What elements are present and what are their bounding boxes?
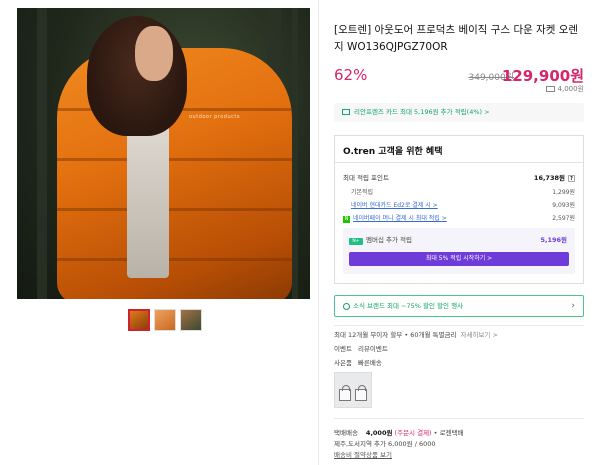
membership-start-button[interactable]: 최대 5% 적립 시작하기 > [349,252,569,266]
event-row: 이벤트 리뷰이벤트 [334,343,388,353]
membership-box: N+ 멤버십 추가 적립 5,196원 최대 5% 적립 시작하기 > [343,228,575,274]
news-banner[interactable]: 소식 브랜드 최대 ~75% 할인 할인 행사 › [334,295,584,317]
thumbnail-3[interactable] [180,309,202,331]
installment-row: 최대 12개월 무이자 할부 • 60개월 특별금리 자세히보기 > [334,329,498,339]
naver-pay-link[interactable]: 네이버페이 머니 결제 시 최대 적립 > [353,215,447,222]
product-title: [오트렌] 아웃도어 프로덕츠 베이직 구스 다운 자켓 오렌지 WO136QJ… [334,24,579,53]
bag-icon [355,385,367,401]
membership-label-wrap: N+ 멤버십 추가 적립 [349,234,412,245]
membership-badge-icon: N+ [349,238,363,245]
divider [334,418,584,419]
points-row-npay: N 네이버페이 머니 결제 시 최대 적립 > 2,597원 [343,213,575,223]
card-promo-banner[interactable]: 리안프렌즈 카드 최대 5,196원 추가 적립(4%) > [334,103,584,122]
tree-trunk [37,8,47,299]
max-points-label: 최대 적립 포인트 [343,174,389,182]
shipping-saving-link[interactable]: 배송비 절약상품 보기 [334,450,464,461]
thumbnail-strip [128,309,202,331]
discount-rate: 62% [334,66,368,84]
shipping-carrier: • 로젠택배 [433,429,464,437]
jacket-logo: outdoor products [189,114,240,120]
benefit-box: O.tren 고객을 위한 혜택 최대 적립 포인트 16,738원? 기본적립… [334,135,584,284]
divider [334,325,584,326]
shipping-condition: (주문시 결제) [394,429,432,437]
installment-text: 최대 12개월 무이자 할부 • 60개월 특별금리 [334,331,457,339]
price-row: 62% 349,000원 129,900원 [334,64,584,86]
column-divider [318,0,319,465]
thumbnail-2[interactable] [154,309,176,331]
bell-icon [343,302,350,310]
points-row-value: 2,597원 [552,215,575,222]
max-points-row: 최대 적립 포인트 16,738원? [343,172,575,182]
gift-value: 빠른배송 [357,359,382,367]
divider [335,162,583,163]
gift-image[interactable] [334,372,372,408]
membership-value: 5,196원 [540,236,567,244]
membership-label: 멤버십 추가 적립 [366,236,412,244]
max-points-value: 16,738원 [533,174,565,182]
points-row-value: 1,299원 [552,189,575,196]
product-info: [오트렌] 아웃도어 프로덕츠 베이직 구스 다운 자켓 오렌지 WO136QJ… [334,22,584,93]
gift-row: 사은품 빠른배송 [334,357,382,367]
shipping-fee: 4,000원 [365,429,393,437]
shipping-info: 택배배송 4,000원 (주문시 결제) • 로젠택배 제주,도서지역 추가 6,… [334,428,464,461]
event-value[interactable]: 리뷰이벤트 [358,345,388,353]
installment-detail-link[interactable]: 자세히보기 > [460,331,497,339]
points-row-card: 네이버 현대카드 Ed2로 결제 시 > 9,093원 [343,200,575,209]
shipping-extra: 제주,도서지역 추가 6,000원 / 6000 [334,440,436,448]
max-points-value-wrap: 16,738원? [534,172,575,182]
sale-price: 129,900원 [501,67,584,85]
shipping-label: 택배배송 [334,429,358,437]
points-row-basic: 기본적립 1,299원 [343,187,575,196]
shipping-fee-row: 택배배송 4,000원 (주문시 결제) • 로젠택배 [334,428,464,439]
naver-pay-icon: N [343,216,350,223]
card-promo-text: 리안프렌즈 카드 최대 5,196원 추가 적립(4%) > [354,108,490,116]
hair-graphic [87,16,187,136]
naver-card-link[interactable]: 네이버 현대카드 Ed2로 결제 시 > [351,202,438,209]
points-row-value: 9,093원 [552,202,575,209]
help-icon[interactable]: ? [568,175,575,182]
thumbnail-1[interactable] [128,309,150,331]
chevron-right-icon: › [571,301,575,311]
news-text: 소식 브랜드 최대 ~75% 할인 할인 행사 [353,302,464,310]
tree-trunk [292,8,298,299]
bag-icon [339,385,351,401]
gift-label: 사은품 [334,359,352,367]
points-value: 4,000원 [557,85,584,93]
points-icon [545,86,555,92]
product-main-image[interactable]: outdoor products [17,8,310,299]
card-icon [342,109,350,115]
points-info: 4,000원 [545,84,584,94]
benefit-title: O.tren 고객을 위한 혜택 [343,147,443,157]
points-row-label: 기본적립 [351,189,374,196]
face-graphic [135,26,173,81]
event-label: 이벤트 [334,345,352,353]
